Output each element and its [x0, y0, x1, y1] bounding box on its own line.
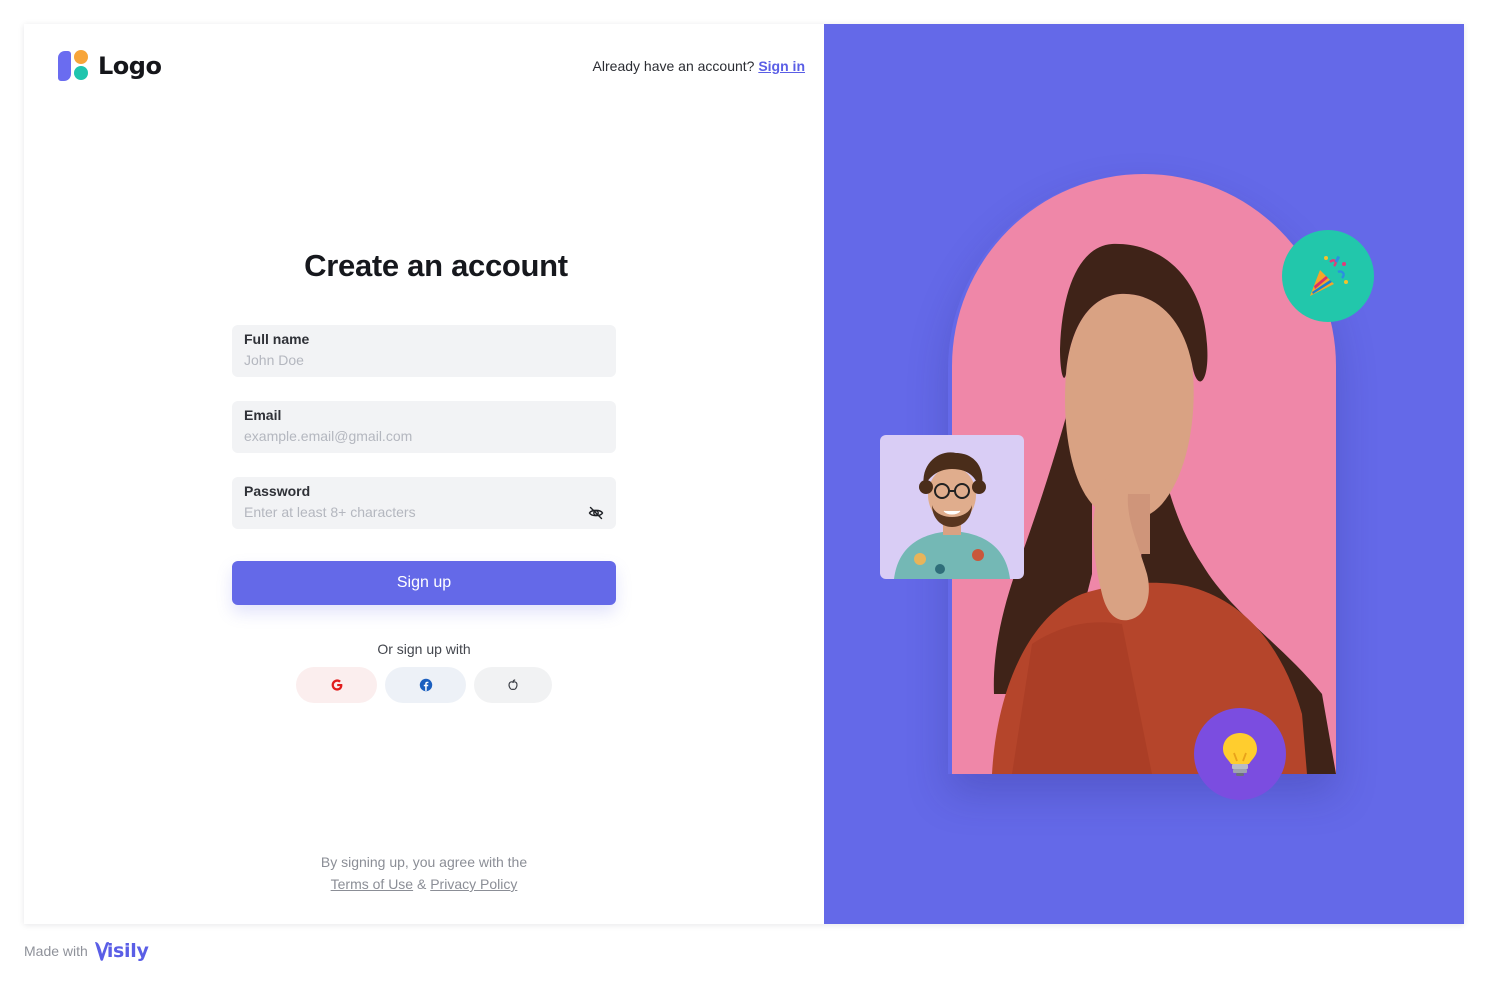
- email-field[interactable]: Email: [232, 401, 616, 453]
- made-with-footer[interactable]: Made with isily: [24, 940, 149, 962]
- apple-icon: [508, 679, 518, 691]
- terms-notice: By signing up, you agree with the Terms …: [24, 851, 824, 895]
- signin-link[interactable]: Sign in: [758, 58, 805, 74]
- party-popper-icon: [1310, 255, 1348, 296]
- facebook-icon: [419, 678, 432, 692]
- signin-prompt: Already have an account?: [592, 58, 755, 74]
- page-title: Create an account: [304, 248, 568, 283]
- privacy-policy-link[interactable]: Privacy Policy: [430, 876, 517, 892]
- password-input[interactable]: [244, 503, 604, 521]
- illustration-panel: [824, 24, 1464, 924]
- eye-off-icon[interactable]: [588, 505, 604, 521]
- logo[interactable]: Logo: [58, 50, 162, 82]
- social-prompt: Or sign up with: [377, 641, 471, 657]
- light-bulb-badge: [1194, 708, 1286, 800]
- signup-button[interactable]: Sign up: [232, 561, 616, 605]
- light-bulb-icon: [1223, 733, 1257, 776]
- signup-panel: Logo Already have an account? Sign in Cr…: [24, 24, 824, 924]
- apple-signup-button[interactable]: [474, 667, 552, 703]
- facebook-signup-button[interactable]: [385, 667, 466, 703]
- visily-brand-text: isily: [106, 940, 149, 962]
- logo-text: Logo: [98, 52, 162, 80]
- email-label: Email: [244, 407, 282, 423]
- password-label: Password: [244, 483, 311, 499]
- google-icon: [331, 679, 342, 691]
- password-field[interactable]: Password: [232, 477, 616, 529]
- full-name-label: Full name: [244, 331, 310, 347]
- man-avatar-card: [880, 435, 1024, 579]
- google-signup-button[interactable]: [296, 667, 377, 703]
- made-with-label: Made with: [24, 943, 88, 959]
- full-name-field[interactable]: Full name: [232, 325, 616, 377]
- signin-row: Already have an account? Sign in: [593, 58, 805, 74]
- terms-of-use-link[interactable]: Terms of Use: [331, 876, 413, 892]
- party-popper-badge: [1282, 230, 1374, 322]
- full-name-input[interactable]: [244, 351, 604, 369]
- man-avatar-image: [894, 452, 1010, 579]
- logo-mark-icon: [58, 50, 90, 82]
- terms-separator: &: [416, 876, 427, 892]
- terms-text: By signing up, you agree with the: [320, 854, 528, 870]
- email-input[interactable]: [244, 427, 604, 445]
- visily-brand-logo: isily: [94, 940, 149, 962]
- signup-page: Logo Already have an account? Sign in Cr…: [24, 24, 1464, 924]
